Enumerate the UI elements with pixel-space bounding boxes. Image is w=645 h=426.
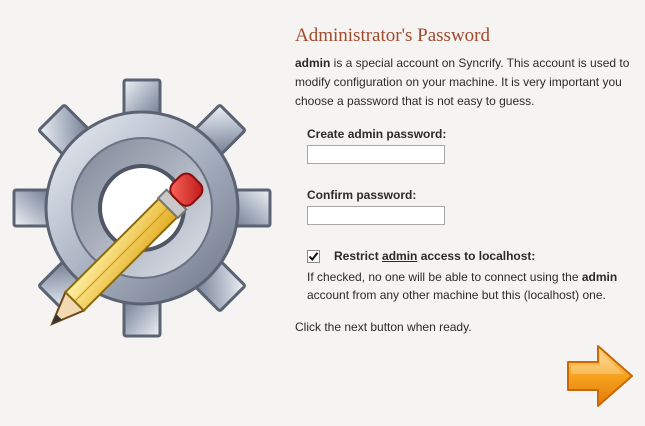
restrict-help-account: admin	[581, 270, 618, 284]
password-panel: Administrator's Password admin is a spec…	[295, 20, 635, 334]
confirm-password-group: Confirm password:	[307, 188, 635, 225]
restrict-localhost-row: Restrict admin access to localhost:	[307, 249, 635, 263]
restrict-label-prefix: Restrict	[334, 249, 383, 263]
restrict-help-prefix: If checked, no one will be able to conne…	[307, 270, 582, 284]
page-title: Administrator's Password	[295, 25, 491, 46]
restrict-help-text: If checked, no one will be able to conne…	[307, 268, 635, 304]
restrict-label-suffix: access to localhost:	[417, 249, 536, 263]
intro-account-name: admin	[295, 56, 331, 70]
intro-text: admin is a special account on Syncrify. …	[295, 54, 635, 111]
restrict-help-suffix: account from any other machine but this …	[307, 288, 606, 302]
create-password-input[interactable]	[307, 145, 445, 164]
confirm-password-input[interactable]	[307, 206, 445, 225]
create-password-label: Create admin password:	[307, 127, 447, 141]
gear-with-pencil-icon	[12, 78, 272, 338]
next-button[interactable]	[566, 344, 634, 408]
footer-instruction: Click the next button when ready.	[295, 320, 472, 334]
restrict-localhost-group: Restrict admin access to localhost: If c…	[307, 249, 635, 304]
restrict-localhost-checkbox[interactable]	[307, 249, 320, 263]
check-icon	[308, 251, 319, 261]
create-password-group: Create admin password:	[307, 127, 635, 164]
confirm-password-label: Confirm password:	[307, 188, 417, 202]
intro-description: is a special account on Syncrify. This a…	[295, 56, 630, 108]
restrict-admin-link[interactable]: admin	[382, 249, 417, 263]
settings-illustration	[8, 78, 280, 350]
arrow-right-icon	[567, 345, 633, 407]
